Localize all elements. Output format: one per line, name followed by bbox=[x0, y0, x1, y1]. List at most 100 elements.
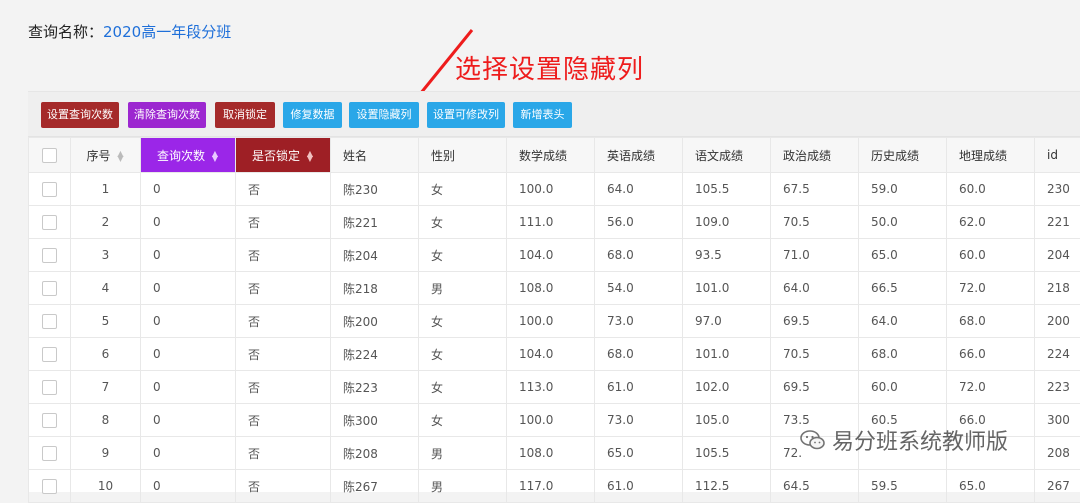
cell-id: 204 bbox=[1035, 239, 1080, 272]
cell-english: 73.0 bbox=[595, 404, 683, 437]
cell-index: 8 bbox=[71, 404, 141, 437]
col-header-gender[interactable]: 性别 bbox=[419, 138, 507, 173]
cell-name: 陈300 bbox=[331, 404, 419, 437]
col-header-history[interactable]: 历史成绩 bbox=[859, 138, 947, 173]
cell-history: 65.0 bbox=[859, 239, 947, 272]
cell-chinese: 101.0 bbox=[683, 272, 771, 305]
col-header-query-count[interactable]: 查询次数▲▼ bbox=[141, 138, 236, 173]
col-header-id[interactable]: id bbox=[1035, 138, 1080, 173]
watermark: 易分班系统教师版 bbox=[800, 424, 1008, 456]
set-hidden-columns-button[interactable]: 设置隐藏列 bbox=[349, 102, 419, 128]
cell-gender: 男 bbox=[419, 272, 507, 305]
cell-index: 10 bbox=[71, 470, 141, 503]
cell-math: 104.0 bbox=[507, 239, 595, 272]
cell-politics: 70.5 bbox=[771, 338, 859, 371]
cell-chinese: 102.0 bbox=[683, 371, 771, 404]
row-checkbox[interactable] bbox=[29, 272, 71, 305]
cell-geography: 65.0 bbox=[947, 470, 1035, 503]
table-row[interactable]: 7 0 否 陈223 女 113.0 61.0 102.0 69.5 60.0 … bbox=[29, 371, 1080, 404]
cell-geography: 72.0 bbox=[947, 272, 1035, 305]
cell-locked: 否 bbox=[236, 272, 331, 305]
row-checkbox[interactable] bbox=[29, 206, 71, 239]
row-checkbox[interactable] bbox=[29, 470, 71, 503]
table-row[interactable]: 1 0 否 陈230 女 100.0 64.0 105.5 67.5 59.0 … bbox=[29, 173, 1080, 206]
col-header-locked[interactable]: 是否锁定▲▼ bbox=[236, 138, 331, 173]
cell-id: 230 bbox=[1035, 173, 1080, 206]
col-header-politics[interactable]: 政治成绩 bbox=[771, 138, 859, 173]
cell-locked: 否 bbox=[236, 305, 331, 338]
table-row[interactable]: 10 0 否 陈267 男 117.0 61.0 112.5 64.5 59.5… bbox=[29, 470, 1080, 503]
cell-name: 陈224 bbox=[331, 338, 419, 371]
row-checkbox[interactable] bbox=[29, 404, 71, 437]
row-checkbox[interactable] bbox=[29, 173, 71, 206]
row-checkbox[interactable] bbox=[29, 338, 71, 371]
cell-math: 117.0 bbox=[507, 470, 595, 503]
table-row[interactable]: 5 0 否 陈200 女 100.0 73.0 97.0 69.5 64.0 6… bbox=[29, 305, 1080, 338]
set-query-count-button[interactable]: 设置查询次数 bbox=[41, 102, 119, 128]
cell-name: 陈267 bbox=[331, 470, 419, 503]
cell-geography: 60.0 bbox=[947, 173, 1035, 206]
cell-gender: 女 bbox=[419, 239, 507, 272]
cell-history: 66.5 bbox=[859, 272, 947, 305]
cell-math: 111.0 bbox=[507, 206, 595, 239]
cell-english: 68.0 bbox=[595, 338, 683, 371]
cancel-lock-button[interactable]: 取消锁定 bbox=[215, 102, 275, 128]
clear-query-count-button[interactable]: 清除查询次数 bbox=[128, 102, 206, 128]
row-checkbox[interactable] bbox=[29, 437, 71, 470]
table-row[interactable]: 3 0 否 陈204 女 104.0 68.0 93.5 71.0 65.0 6… bbox=[29, 239, 1080, 272]
cell-query-count: 0 bbox=[141, 206, 236, 239]
cell-id: 300 bbox=[1035, 404, 1080, 437]
col-header-chinese[interactable]: 语文成绩 bbox=[683, 138, 771, 173]
cell-history: 64.0 bbox=[859, 305, 947, 338]
col-header-name[interactable]: 姓名 bbox=[331, 138, 419, 173]
cell-index: 5 bbox=[71, 305, 141, 338]
cell-name: 陈218 bbox=[331, 272, 419, 305]
select-all-checkbox[interactable] bbox=[29, 138, 71, 173]
cell-query-count: 0 bbox=[141, 305, 236, 338]
cell-name: 陈221 bbox=[331, 206, 419, 239]
wechat-icon bbox=[800, 429, 826, 451]
cell-id: 218 bbox=[1035, 272, 1080, 305]
cell-index: 6 bbox=[71, 338, 141, 371]
row-checkbox[interactable] bbox=[29, 305, 71, 338]
repair-data-button[interactable]: 修复数据 bbox=[283, 102, 342, 128]
toolbar: 设置查询次数 清除查询次数 取消锁定 修复数据 设置隐藏列 设置可修改列 新增表… bbox=[28, 92, 1080, 137]
cell-gender: 女 bbox=[419, 173, 507, 206]
cell-gender: 男 bbox=[419, 437, 507, 470]
cell-gender: 女 bbox=[419, 371, 507, 404]
cell-locked: 否 bbox=[236, 437, 331, 470]
table-row[interactable]: 4 0 否 陈218 男 108.0 54.0 101.0 64.0 66.5 … bbox=[29, 272, 1080, 305]
sort-icon[interactable]: ▲▼ bbox=[117, 151, 125, 161]
cell-history: 50.0 bbox=[859, 206, 947, 239]
cell-name: 陈208 bbox=[331, 437, 419, 470]
cell-name: 陈230 bbox=[331, 173, 419, 206]
set-editable-columns-button[interactable]: 设置可修改列 bbox=[427, 102, 505, 128]
col-header-math[interactable]: 数学成绩 bbox=[507, 138, 595, 173]
cell-chinese: 112.5 bbox=[683, 470, 771, 503]
col-header-english[interactable]: 英语成绩 bbox=[595, 138, 683, 173]
cell-name: 陈204 bbox=[331, 239, 419, 272]
add-header-button[interactable]: 新增表头 bbox=[513, 102, 572, 128]
row-checkbox[interactable] bbox=[29, 239, 71, 272]
cell-politics: 69.5 bbox=[771, 371, 859, 404]
cell-chinese: 109.0 bbox=[683, 206, 771, 239]
col-header-index[interactable]: 序号▲▼ bbox=[71, 138, 141, 173]
cell-math: 108.0 bbox=[507, 272, 595, 305]
col-header-geography[interactable]: 地理成绩 bbox=[947, 138, 1035, 173]
cell-index: 4 bbox=[71, 272, 141, 305]
cell-locked: 否 bbox=[236, 206, 331, 239]
cell-politics: 70.5 bbox=[771, 206, 859, 239]
cell-gender: 女 bbox=[419, 338, 507, 371]
cell-geography: 72.0 bbox=[947, 371, 1035, 404]
cell-english: 68.0 bbox=[595, 239, 683, 272]
sort-icon[interactable]: ▲▼ bbox=[211, 151, 219, 161]
table-row[interactable]: 6 0 否 陈224 女 104.0 68.0 101.0 70.5 68.0 … bbox=[29, 338, 1080, 371]
sort-icon[interactable]: ▲▼ bbox=[306, 151, 314, 161]
cell-english: 54.0 bbox=[595, 272, 683, 305]
cell-gender: 男 bbox=[419, 470, 507, 503]
table-row[interactable]: 2 0 否 陈221 女 111.0 56.0 109.0 70.5 50.0 … bbox=[29, 206, 1080, 239]
row-checkbox[interactable] bbox=[29, 371, 71, 404]
cell-politics: 71.0 bbox=[771, 239, 859, 272]
cell-chinese: 105.5 bbox=[683, 437, 771, 470]
query-name-label: 查询名称： bbox=[28, 23, 103, 41]
